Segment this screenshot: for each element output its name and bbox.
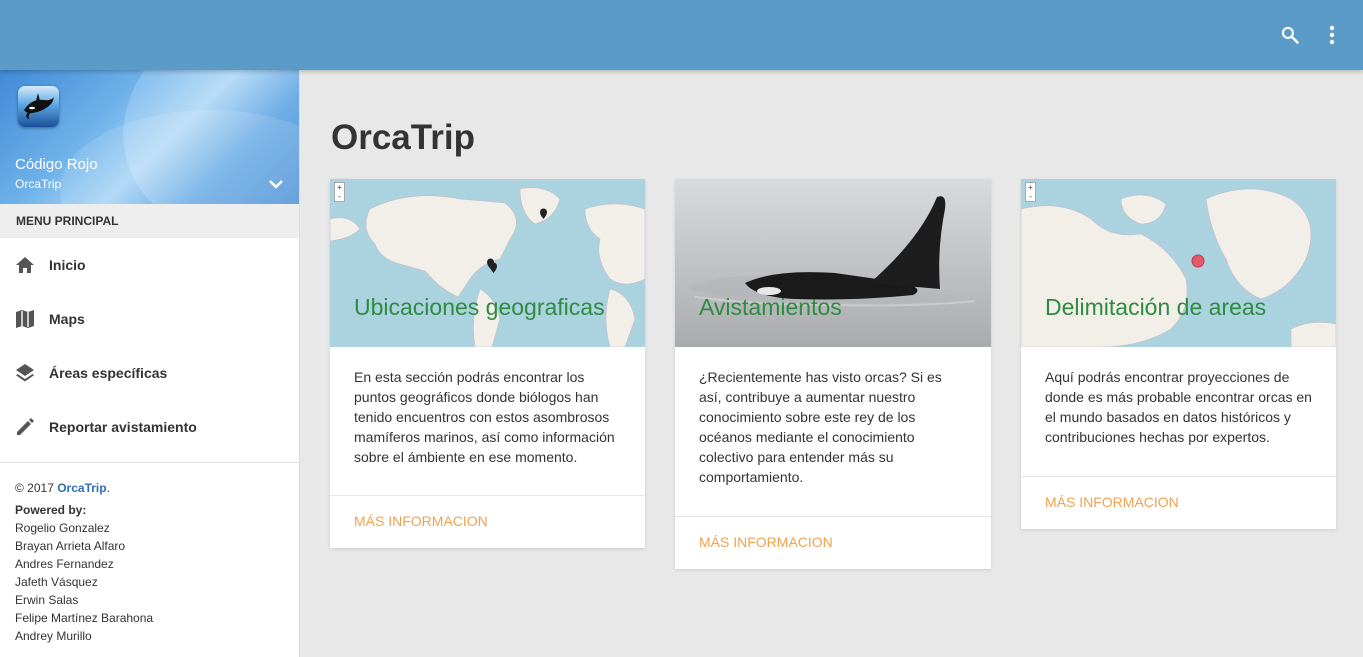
zoom-in-button[interactable]: + [335, 183, 344, 192]
card-media-map: + - Ubicaciones geograficas [330, 179, 645, 347]
zoom-out-button[interactable]: - [335, 192, 344, 201]
sidebar-item-inicio[interactable]: Inicio [0, 238, 299, 292]
more-info-button[interactable]: MÁS INFORMACION [1045, 494, 1179, 510]
map-icon [14, 308, 36, 330]
account-subtitle: OrcaTrip [15, 177, 62, 191]
navigation-drawer: Código Rojo OrcaTrip MENU PRINCIPAL Inic… [0, 70, 300, 657]
card-media-map: + - Delimitación de areas [1021, 179, 1336, 347]
sidebar-item-label: Áreas específicas [49, 365, 168, 381]
world-map-image: + - [330, 179, 645, 347]
card-title: Avistamientos [699, 294, 842, 320]
arctic-map-image: + - [1021, 179, 1336, 347]
author-name: Jafeth Vásquez [15, 575, 98, 589]
card-title: Ubicaciones geograficas [354, 294, 605, 320]
author-name: Andres Fernandez [15, 557, 114, 571]
card-title: Delimitación de areas [1045, 294, 1267, 320]
card-media-orca: Avistamientos [675, 179, 991, 347]
map-zoom-control[interactable]: + - [334, 182, 345, 202]
copyright-text: © 2017 [15, 481, 54, 495]
orca-app-icon [18, 86, 59, 127]
more-info-button[interactable]: MÁS INFORMACION [699, 534, 833, 550]
search-icon [1281, 26, 1299, 44]
copyright-period: . [106, 481, 110, 495]
home-icon [14, 254, 36, 276]
zoom-out-button[interactable]: - [1026, 192, 1035, 201]
sidebar-item-reportar[interactable]: Reportar avistamiento [0, 400, 299, 454]
brand-link[interactable]: OrcaTrip [57, 481, 106, 495]
drawer-footer: © 2017 OrcaTrip. Powered by: Rogelio Gon… [0, 463, 299, 645]
search-button[interactable] [1277, 22, 1303, 48]
sidebar-item-label: Reportar avistamiento [49, 419, 197, 435]
copyright-line: © 2017 OrcaTrip. [15, 479, 284, 497]
author-name: Rogelio Gonzalez [15, 521, 110, 535]
author-name: Erwin Salas [15, 593, 79, 607]
chevron-down-icon [269, 180, 283, 189]
card-avistamientos: Avistamientos ¿Recientemente has visto o… [675, 179, 991, 569]
page-title: OrcaTrip [331, 118, 475, 157]
more-options-button[interactable] [1319, 22, 1345, 48]
card-description: Aquí podrás encontrar proyecciones de do… [1045, 369, 1312, 445]
layers-icon [14, 362, 36, 384]
zoom-in-button[interactable]: + [1026, 183, 1035, 192]
account-dropdown-toggle[interactable] [266, 176, 286, 192]
account-name: Código Rojo [15, 156, 98, 173]
pencil-icon [14, 416, 36, 438]
powered-by-label: Powered by: [15, 503, 87, 517]
sidebar-item-maps[interactable]: Maps [0, 292, 299, 346]
card-delimitacion: + - Delimitación de areas Aquí podrás enc… [1021, 179, 1336, 529]
author-name: Andrey Murillo [15, 629, 92, 643]
more-info-button[interactable]: MÁS INFORMACION [354, 513, 488, 529]
card-description: ¿Recientemente has visto orcas? Si es as… [699, 369, 942, 485]
card-actions: MÁS INFORMACION [330, 495, 645, 548]
card-ubicaciones: + - Ubicaciones geograficas En esta secci… [330, 179, 645, 548]
card-description: En esta sección podrás encontrar los pun… [354, 369, 615, 465]
sidebar-item-label: Maps [49, 311, 85, 327]
drawer-header: Código Rojo OrcaTrip [0, 70, 299, 204]
menu-heading: MENU PRINCIPAL [0, 204, 299, 238]
author-name: Felipe Martínez Barahona [15, 611, 154, 625]
top-app-bar [0, 0, 1363, 70]
sidebar-item-label: Inicio [49, 257, 86, 273]
orca-photo [675, 179, 991, 347]
card-actions: MÁS INFORMACION [1021, 476, 1336, 529]
author-name: Brayan Arrieta Alfaro [15, 539, 126, 553]
card-actions: MÁS INFORMACION [675, 516, 991, 569]
more-vert-icon [1329, 25, 1335, 45]
map-zoom-control[interactable]: + - [1025, 182, 1036, 202]
sidebar-item-areas[interactable]: Áreas específicas [0, 346, 299, 400]
